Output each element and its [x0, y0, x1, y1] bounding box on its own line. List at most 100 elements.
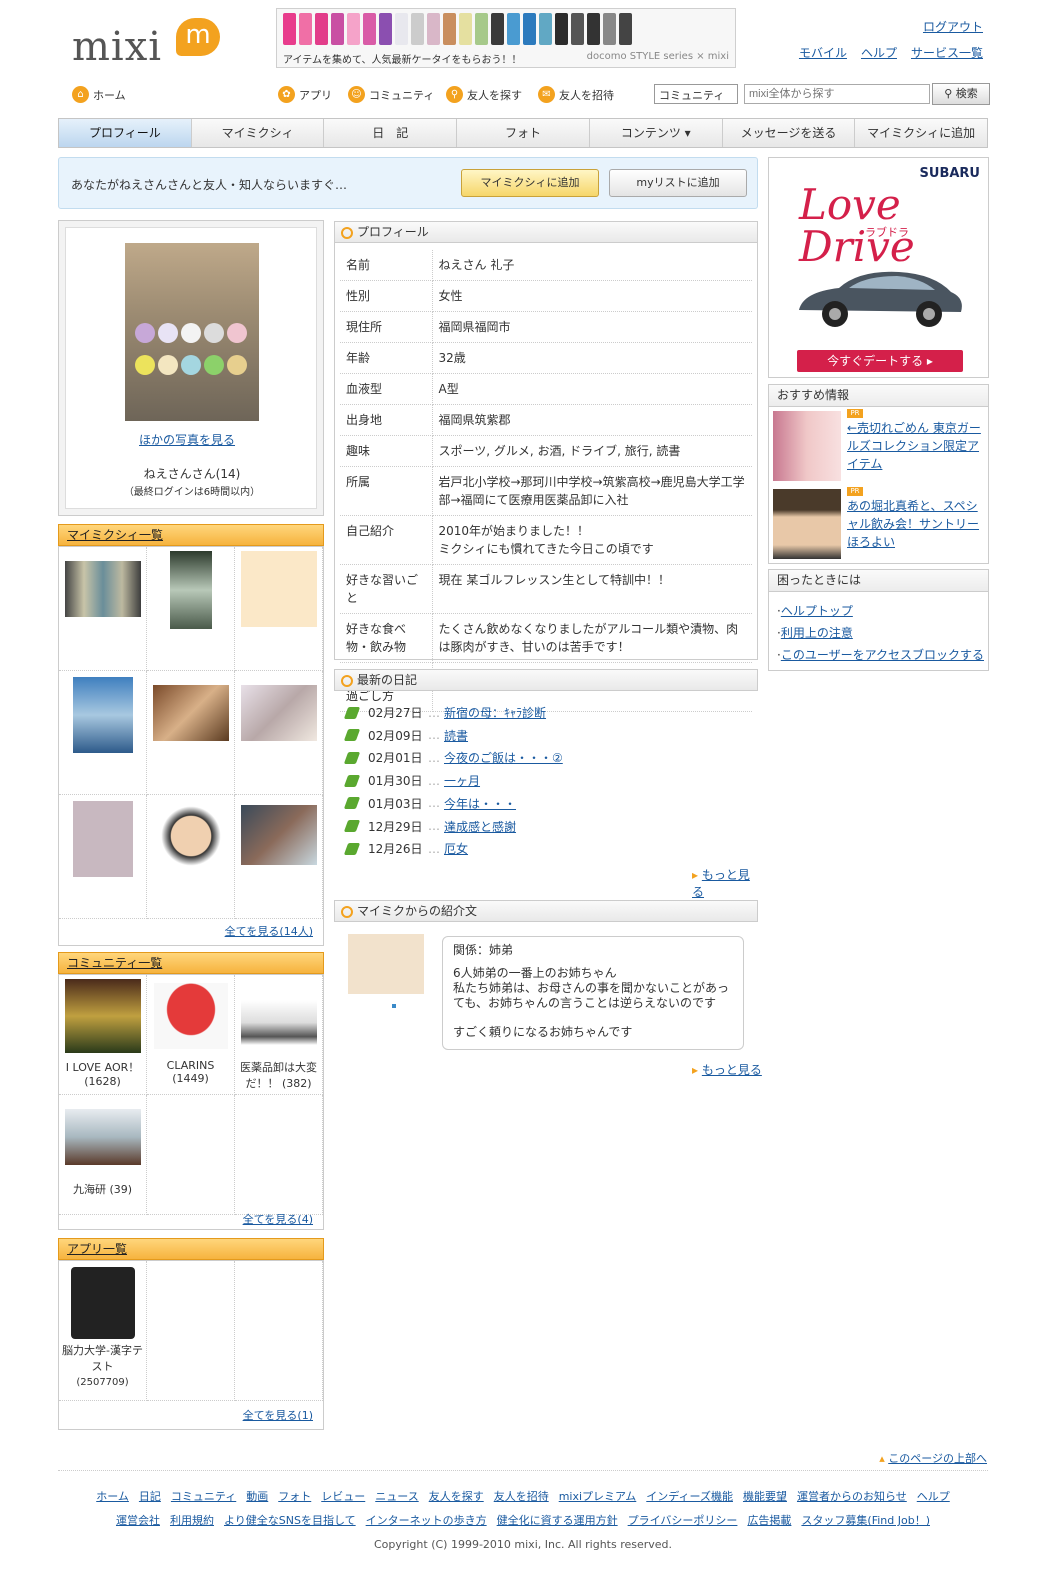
- mymixi-list-header[interactable]: マイミクシィ一覧: [58, 524, 324, 546]
- mobile-link[interactable]: モバイル: [799, 40, 847, 66]
- recommend-image-1[interactable]: [773, 411, 841, 481]
- other-photos-link[interactable]: ほかの写真を見る: [139, 431, 235, 448]
- apps-see-all-link[interactable]: 全てを見る(1): [243, 1409, 313, 1422]
- profile-photo[interactable]: [125, 243, 259, 421]
- leader-dots: …: [428, 773, 440, 788]
- page-top-link[interactable]: このページの上部へ: [888, 1452, 987, 1465]
- diary-title-link[interactable]: 読書: [444, 727, 468, 744]
- footer-link[interactable]: より健全なSNSを目指して: [224, 1512, 356, 1528]
- footer-link[interactable]: 友人を招待: [494, 1488, 549, 1504]
- help-top-link[interactable]: ヘルプトップ: [781, 604, 853, 618]
- footer-link[interactable]: 動画: [246, 1488, 268, 1504]
- footer-link[interactable]: スタッフ募集(Find Job！): [801, 1512, 930, 1528]
- app-item[interactable]: 脳力大学-漢字テスト (2507709): [59, 1261, 147, 1401]
- nav-apps[interactable]: ✿ アプリ: [278, 86, 332, 103]
- footer-link[interactable]: インターネットの歩き方: [366, 1512, 487, 1528]
- tab-profile[interactable]: プロフィール: [59, 119, 192, 147]
- footer-link[interactable]: 広告掲載: [747, 1512, 791, 1528]
- footer-link[interactable]: 機能要望: [743, 1488, 787, 1504]
- community-item[interactable]: 医薬品卸は大変だ！！ (382): [235, 975, 323, 1095]
- footer-link[interactable]: ヘルプ: [917, 1488, 950, 1504]
- diary-title-link[interactable]: 一ヶ月: [444, 772, 480, 789]
- diary-entry: 12月26日 … 厄女: [343, 840, 468, 857]
- footer-link[interactable]: 友人を探す: [429, 1488, 484, 1504]
- friend-thumb[interactable]: [59, 795, 147, 919]
- profile-key: 名前: [340, 250, 433, 281]
- service-list-link[interactable]: サービス一覧: [911, 40, 983, 66]
- footer-link[interactable]: 利用規約: [170, 1512, 214, 1528]
- diary-title-link[interactable]: 達成感と感謝: [444, 818, 516, 835]
- nav-community[interactable]: ☺ コミュニティ: [348, 86, 434, 103]
- friend-thumb[interactable]: [59, 671, 147, 795]
- footer-link[interactable]: 運営会社: [116, 1512, 160, 1528]
- tab-add-mymixi[interactable]: マイミクシィに追加: [855, 119, 987, 147]
- footer-link[interactable]: 日記: [139, 1488, 161, 1504]
- community-list: I LOVE AOR！(1628) CLARINS (1449) 医薬品卸は大変…: [58, 974, 324, 1230]
- profile-key: 血液型: [340, 373, 433, 405]
- tab-photo[interactable]: フォト: [457, 119, 590, 147]
- community-item[interactable]: CLARINS (1449): [147, 975, 235, 1095]
- profile-key: 好きな食べ物・飲み物: [340, 613, 433, 663]
- footer-link[interactable]: レビュー: [321, 1488, 365, 1504]
- footer-link[interactable]: 運営者からのお知らせ: [797, 1488, 907, 1504]
- friend-thumb[interactable]: [147, 547, 235, 671]
- friend-thumb[interactable]: [235, 671, 323, 795]
- recommend-link-1[interactable]: ←売切れごめん 東京ガールズコレクション限定アイテム: [847, 419, 985, 473]
- intro-author-name[interactable]: [392, 1004, 396, 1008]
- diary-title-link[interactable]: 今夜のご飯は・・・②: [444, 749, 563, 766]
- diary-title-link[interactable]: 今年は・・・: [444, 795, 516, 812]
- footer-link[interactable]: コミュニティ: [171, 1488, 236, 1504]
- diary-title-link[interactable]: 新宿の母：ｷｬﾗ診断: [444, 704, 546, 721]
- profile-key: 趣味: [340, 435, 433, 467]
- friend-thumb[interactable]: [235, 795, 323, 919]
- help-link[interactable]: ヘルプ: [861, 40, 897, 66]
- search-input[interactable]: [744, 84, 930, 104]
- nav-home[interactable]: ⌂ ホーム: [72, 86, 126, 103]
- footer-link[interactable]: mixiプレミアム: [559, 1488, 637, 1504]
- recommend-image-2[interactable]: [773, 489, 841, 559]
- app-list-header[interactable]: アプリ一覧: [58, 1238, 324, 1260]
- diary-entry: 02月27日 … 新宿の母：ｷｬﾗ診断: [343, 704, 546, 721]
- search-scope-select[interactable]: コミュニティ: [654, 84, 738, 104]
- access-block-link[interactable]: このユーザーをアクセスブロックする: [781, 648, 984, 662]
- logo-text: mixi: [72, 24, 163, 70]
- diary-more-link[interactable]: もっと見る: [692, 868, 750, 899]
- friend-thumb[interactable]: [147, 795, 235, 919]
- add-mymixi-button[interactable]: マイミクシィに追加: [461, 169, 599, 197]
- intro-more-link[interactable]: もっと見る: [702, 1063, 762, 1077]
- banner-caption: アイテムを集めて、人気最新ケータイをもらおう！！: [283, 55, 522, 66]
- tab-diary[interactable]: 日 記: [324, 119, 458, 147]
- footer-link[interactable]: 健全化に資する運用方針: [497, 1512, 618, 1528]
- intro-author-thumb[interactable]: [348, 934, 424, 994]
- community-item[interactable]: 九海研 (39): [59, 1095, 147, 1215]
- mymixi-see-all-link[interactable]: 全てを見る(14人): [225, 925, 313, 938]
- subaru-ad[interactable]: SUBARU Love Drive ラブドラ 今すぐデートする ▸: [768, 157, 989, 378]
- footer-link[interactable]: ニュース: [375, 1488, 418, 1504]
- friend-thumb[interactable]: [147, 671, 235, 795]
- diary-title-link[interactable]: 厄女: [444, 840, 468, 857]
- profile-row: 好きな食べ物・飲み物 たくさん飲めなくなりましたがアルコール類や漬物、肉は豚肉がす…: [340, 613, 752, 663]
- footer-link[interactable]: ホーム: [96, 1488, 129, 1504]
- usage-notes-link[interactable]: 利用上の注意: [781, 626, 853, 640]
- tab-mymixi[interactable]: マイミクシィ: [192, 119, 325, 147]
- community-list-header[interactable]: コミュニティ一覧: [58, 952, 324, 974]
- top-banner-ad[interactable]: アイテムを集めて、人気最新ケータイをもらおう！！ docomo STYLE se…: [276, 8, 736, 68]
- add-mylist-button[interactable]: myリストに追加: [609, 169, 747, 197]
- logout-link[interactable]: ログアウト: [923, 14, 983, 40]
- community-see-all-link[interactable]: 全てを見る(4): [243, 1213, 313, 1226]
- search-button[interactable]: ⚲ 検索: [932, 83, 990, 105]
- friend-thumb[interactable]: [59, 547, 147, 671]
- ad-cta-button[interactable]: 今すぐデートする ▸: [797, 350, 963, 372]
- friend-thumb[interactable]: [235, 547, 323, 671]
- footer-link[interactable]: プライバシーポリシー: [628, 1512, 738, 1528]
- tab-contents[interactable]: コンテンツ ▾: [590, 119, 723, 147]
- recommend-link-2[interactable]: あの堀北真希と、スペシャル飲み会！サントリー ほろよい: [847, 497, 985, 551]
- mixi-logo[interactable]: mixi m: [72, 18, 222, 72]
- nav-find-friends[interactable]: ⚲ 友人を探す: [446, 86, 522, 103]
- footer-link[interactable]: インディーズ機能: [646, 1488, 733, 1504]
- footer-link[interactable]: フォト: [278, 1488, 311, 1504]
- tab-send-message[interactable]: メッセージを送る: [723, 119, 856, 147]
- nav-invite[interactable]: ✉ 友人を招待: [538, 86, 614, 103]
- up-arrow-icon: ▴: [879, 1452, 889, 1465]
- community-item[interactable]: I LOVE AOR！(1628): [59, 975, 147, 1095]
